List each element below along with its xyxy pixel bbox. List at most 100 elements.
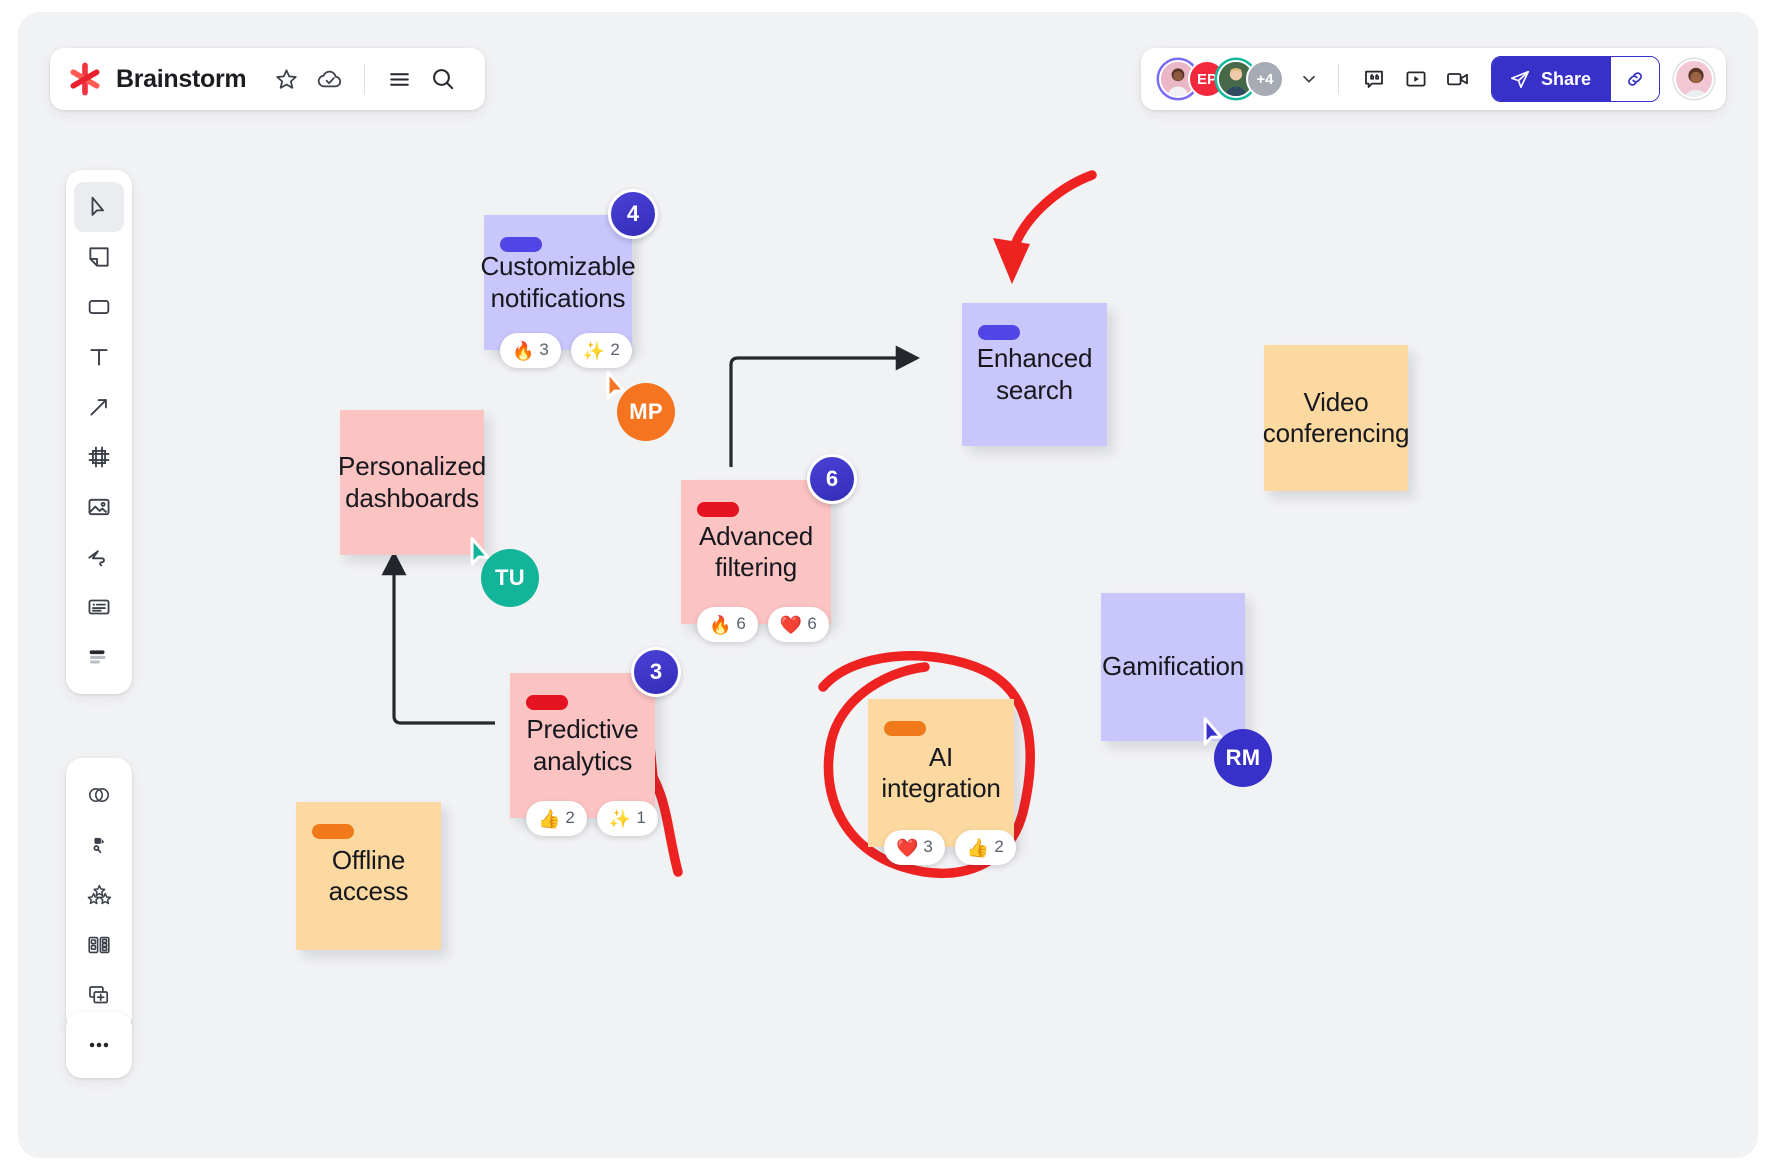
reaction-pill[interactable]: 👍 2: [954, 830, 1016, 865]
reaction-count: 1: [636, 808, 646, 828]
mindmap-tool[interactable]: [74, 820, 124, 870]
select-tool[interactable]: [74, 182, 124, 232]
reaction-emoji: ❤️: [896, 837, 919, 858]
note-tag[interactable]: [697, 502, 739, 517]
reaction-count: 2: [994, 837, 1004, 857]
sticky-note-text: Customizable notifications: [480, 251, 636, 313]
avatar-overflow[interactable]: +4: [1245, 60, 1284, 98]
collab-divider: [1337, 64, 1339, 94]
sticky-note-enhanced-search[interactable]: Enhanced search: [962, 303, 1107, 446]
sticky-note-personalized-dashboards[interactable]: Personalized dashboards: [338, 410, 486, 555]
note-tag[interactable]: [500, 237, 542, 252]
connector-tool[interactable]: [74, 382, 124, 432]
note-tag[interactable]: [526, 695, 568, 710]
cloud-saved-icon[interactable]: [308, 57, 352, 101]
pen-tool[interactable]: [74, 532, 124, 582]
frame-tool[interactable]: [74, 432, 124, 482]
sticky-note-text: Offline access: [328, 844, 409, 906]
reaction-bar: 👍 2 ✨ 1: [526, 801, 658, 836]
present-icon[interactable]: [1395, 58, 1437, 100]
text-tool[interactable]: [74, 332, 124, 382]
avatar-stack[interactable]: EP +4: [1158, 60, 1324, 98]
voting-tool[interactable]: [74, 870, 124, 920]
vote-count-badge[interactable]: 6: [807, 454, 857, 504]
reaction-emoji: 👍: [538, 808, 561, 829]
kanban-tool[interactable]: [74, 920, 124, 970]
sticky-note-offline-access[interactable]: Offline access: [296, 802, 441, 950]
reaction-bar: 🔥 3 ✨ 2: [500, 333, 632, 368]
sticky-note-customizable-notifications[interactable]: Customizable notifications 🔥 3 ✨ 2 4: [480, 189, 658, 368]
search-icon[interactable]: [421, 57, 465, 101]
sticky-note-tool[interactable]: [74, 232, 124, 282]
diagram-tool[interactable]: [74, 770, 124, 820]
board-canvas[interactable]: Customizable notifications 🔥 3 ✨ 2 4 Enhanced se…: [18, 12, 1758, 1158]
reaction-pill[interactable]: 🔥 3: [500, 333, 561, 368]
reaction-bar: 🔥 6 ❤️ 6: [697, 607, 829, 642]
image-tool[interactable]: [74, 482, 124, 532]
current-user-avatar[interactable]: [1674, 59, 1714, 99]
menu-icon[interactable]: [377, 57, 421, 101]
video-call-icon[interactable]: [1437, 58, 1479, 100]
sticky-note-gamification[interactable]: Gamification: [1101, 593, 1245, 741]
sticky-note-text: AI integration: [881, 741, 1001, 803]
vote-count-badge[interactable]: 3: [631, 647, 681, 697]
reaction-count: 6: [736, 614, 746, 634]
asterisk-logo-icon: [70, 62, 100, 96]
reaction-pill[interactable]: ❤️ 3: [884, 830, 945, 865]
page-title: Brainstorm: [116, 64, 247, 93]
template-tool[interactable]: [74, 632, 124, 682]
reaction-count: 3: [923, 837, 933, 857]
share-control-group: Share: [1490, 56, 1660, 102]
shape-tool[interactable]: [74, 282, 124, 332]
sticky-notes-layer: Customizable notifications 🔥 3 ✨ 2 4 Enhanced se…: [18, 12, 1758, 1158]
chevron-down-icon[interactable]: [1294, 64, 1324, 94]
header-divider: [364, 64, 366, 94]
reaction-count: 2: [610, 340, 620, 360]
vote-count-badge[interactable]: 4: [608, 189, 658, 239]
send-plane-icon: [1510, 70, 1530, 89]
sticky-note-text: Gamification: [1101, 651, 1245, 682]
note-tag[interactable]: [884, 721, 926, 736]
reaction-pill[interactable]: ✨ 1: [596, 801, 658, 836]
whiteboard-app: Customizable notifications 🔥 3 ✨ 2 4 Enhanced se…: [18, 12, 1758, 1158]
sticky-note-video-conferencing[interactable]: Video conferencing: [1262, 345, 1410, 491]
copy-link-button[interactable]: [1611, 57, 1659, 101]
reaction-emoji: 👍: [966, 837, 990, 858]
share-button[interactable]: Share: [1491, 57, 1611, 101]
sticky-note-advanced-filtering[interactable]: Advanced filtering 🔥 6 ❤️ 6 6: [681, 454, 857, 642]
reaction-count: 3: [539, 340, 549, 360]
reaction-emoji: ✨: [582, 340, 606, 361]
sticky-note-text: Advanced filtering: [698, 520, 814, 582]
reaction-emoji: 🔥: [709, 614, 732, 635]
sticky-note-text: Predictive analytics: [526, 714, 639, 776]
sticky-note-ai-integration[interactable]: AI integration ❤️ 3 👍 2: [868, 699, 1016, 865]
reaction-emoji: ✨: [608, 808, 632, 829]
reaction-pill[interactable]: 🔥 6: [697, 607, 758, 642]
tool-rail-more: [66, 1012, 132, 1078]
reaction-count: 2: [565, 808, 575, 828]
reaction-pill[interactable]: ✨ 2: [570, 333, 632, 368]
reaction-pill[interactable]: 👍 2: [526, 801, 587, 836]
note-tag[interactable]: [312, 824, 354, 839]
card-tool[interactable]: [74, 582, 124, 632]
avatar-initials-text: EP: [1196, 70, 1217, 88]
sticky-note-predictive-analytics[interactable]: Predictive analytics 👍 2 ✨ 1 3: [510, 647, 681, 836]
reaction-pill[interactable]: ❤️ 6: [767, 607, 829, 642]
board-header: Brainstorm: [50, 48, 486, 110]
reaction-emoji: 🔥: [512, 340, 535, 361]
avatar-overflow-text: +4: [1256, 70, 1274, 88]
favorite-star-icon[interactable]: [264, 57, 308, 101]
note-tag[interactable]: [978, 325, 1020, 340]
reaction-emoji: ❤️: [779, 614, 803, 635]
reaction-count: 6: [807, 614, 817, 634]
tool-rail-main: [66, 170, 132, 694]
reaction-bar: ❤️ 3 👍 2: [884, 830, 1016, 865]
collaboration-bar: EP +4 Share: [1140, 48, 1726, 110]
more-tools-button[interactable]: [74, 1020, 124, 1070]
comment-icon[interactable]: [1353, 58, 1395, 100]
sticky-note-text: Video conferencing: [1262, 386, 1410, 448]
tool-rail-extra: [66, 758, 132, 1032]
share-button-label: Share: [1540, 68, 1591, 89]
sticky-note-text: Enhanced search: [976, 343, 1093, 405]
sticky-note-text: Personalized dashboards: [338, 451, 486, 513]
